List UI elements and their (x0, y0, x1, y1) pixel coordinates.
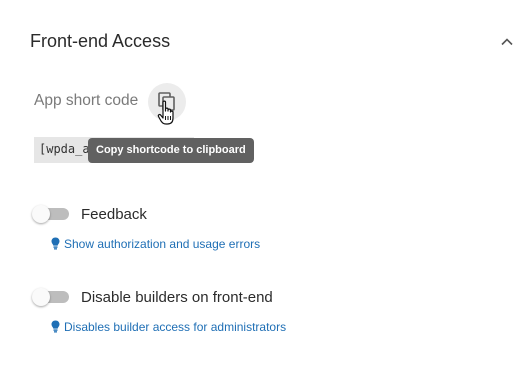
chevron-up-icon (501, 38, 513, 46)
feedback-toggle[interactable] (32, 205, 70, 223)
toggle-thumb (32, 205, 50, 223)
feedback-hint[interactable]: Show authorization and usage errors (51, 237, 260, 251)
disable-builders-toggle[interactable] (32, 288, 70, 306)
disable-builders-hint[interactable]: Disables builder access for administrato… (51, 320, 286, 334)
section-title: Front-end Access (30, 31, 171, 51)
hand-pointer-icon (157, 100, 174, 125)
toggle-thumb (32, 288, 50, 306)
lightbulb-icon (51, 237, 60, 250)
lightbulb-icon (51, 320, 60, 333)
front-end-access-panel: Front-end Access App short code [wpda_a … (0, 0, 531, 380)
disable-builders-hint-text: Disables builder access for administrato… (64, 320, 287, 334)
copy-tooltip: Copy shortcode to clipboard (88, 138, 254, 163)
feedback-label: Feedback (81, 206, 147, 223)
disable-builders-label: Disable builders on front-end (81, 289, 273, 306)
shortcode-value: [wpda_a (39, 142, 90, 156)
collapse-button[interactable] (498, 33, 516, 51)
feedback-hint-text: Show authorization and usage errors (64, 237, 261, 251)
app-short-code-label: App short code (34, 92, 139, 109)
